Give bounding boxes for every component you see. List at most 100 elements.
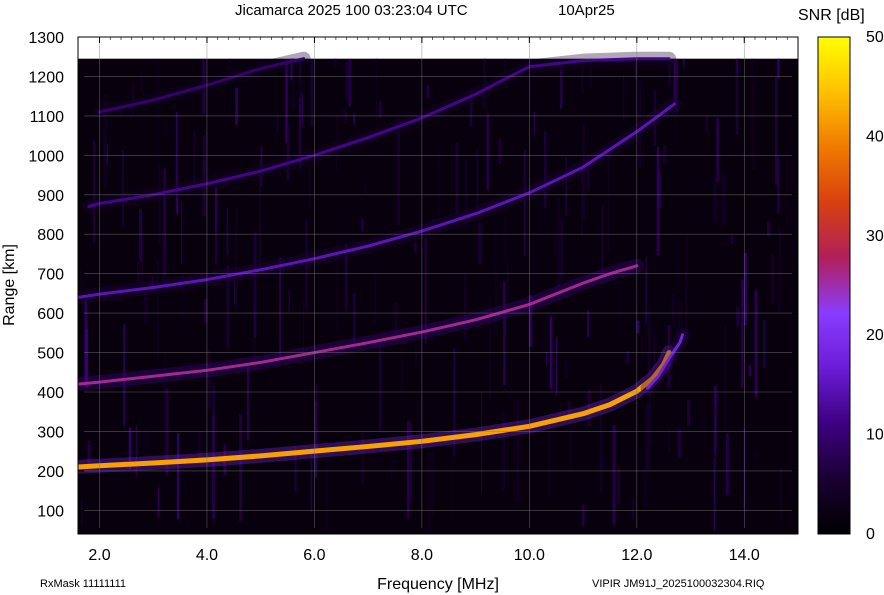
noise-stripe bbox=[687, 399, 691, 427]
noise-stripe bbox=[646, 404, 650, 471]
y-tick-label: 1100 bbox=[30, 109, 65, 126]
y-tick-label: 500 bbox=[37, 346, 64, 363]
noise-stripe bbox=[555, 337, 558, 396]
noise-stripe bbox=[375, 58, 379, 111]
noise-stripe bbox=[626, 351, 630, 364]
noise-stripe bbox=[767, 221, 771, 237]
noise-stripe bbox=[288, 290, 291, 312]
colorbar-tick-label: 50 bbox=[866, 29, 884, 46]
noise-stripe bbox=[310, 449, 313, 513]
noise-stripe bbox=[714, 178, 718, 223]
noise-stripe bbox=[226, 208, 229, 255]
noise-stripe bbox=[538, 196, 541, 238]
y-tick-label: 300 bbox=[37, 424, 64, 441]
noise-stripe bbox=[239, 414, 243, 522]
noise-stripe bbox=[560, 219, 563, 281]
chart-title: Jicamarca 2025 100 03:23:04 UTC bbox=[235, 2, 468, 19]
noise-stripe bbox=[736, 306, 740, 327]
noise-stripe bbox=[763, 319, 765, 368]
noise-stripe bbox=[618, 289, 622, 335]
noise-stripe bbox=[705, 113, 709, 133]
noise-stripe bbox=[617, 467, 620, 504]
y-tick-label: 700 bbox=[37, 267, 64, 284]
noise-stripe bbox=[748, 365, 752, 377]
noise-stripe bbox=[286, 126, 290, 180]
file-label: VIPIR JM91J_2025100032304.RIQ bbox=[592, 578, 765, 590]
noise-stripe bbox=[724, 325, 727, 433]
noise-stripe bbox=[671, 294, 676, 328]
noise-stripe bbox=[751, 58, 753, 159]
noise-stripe bbox=[523, 149, 526, 257]
noise-stripe bbox=[301, 92, 304, 125]
noise-stripe bbox=[601, 456, 605, 470]
noise-stripe bbox=[409, 422, 412, 501]
y-tick-label: 200 bbox=[37, 464, 64, 481]
noise-stripe bbox=[725, 433, 729, 496]
noise-stripe bbox=[176, 432, 180, 520]
noise-stripe bbox=[569, 72, 571, 173]
noise-stripe bbox=[164, 121, 168, 138]
noise-stripe bbox=[653, 243, 657, 353]
y-tick-label: 100 bbox=[37, 503, 64, 520]
noise-stripe bbox=[761, 116, 764, 180]
noise-stripe bbox=[677, 429, 681, 457]
x-tick-label: 10.0 bbox=[514, 547, 545, 564]
noise-stripe bbox=[644, 448, 647, 509]
noise-stripe bbox=[775, 76, 778, 185]
noise-stripe bbox=[378, 340, 382, 431]
noise-stripe bbox=[776, 58, 780, 78]
noise-stripe bbox=[246, 363, 249, 441]
x-tick-label: 4.0 bbox=[196, 547, 218, 564]
noise-stripe bbox=[289, 91, 292, 191]
noise-stripe bbox=[738, 58, 741, 77]
noise-stripe bbox=[735, 74, 738, 133]
noise-stripe bbox=[308, 164, 311, 209]
noise-stripe bbox=[302, 300, 305, 353]
noise-stripe bbox=[682, 58, 685, 68]
noise-stripe bbox=[533, 250, 536, 327]
noise-stripe bbox=[755, 450, 758, 460]
noise-stripe bbox=[516, 399, 520, 503]
noise-stripe bbox=[498, 138, 502, 164]
noise-stripe bbox=[503, 319, 506, 337]
x-tick-label: 12.0 bbox=[621, 547, 652, 564]
rxmask-label: RxMask 11111111 bbox=[40, 578, 126, 590]
noise-stripe bbox=[503, 85, 506, 126]
noise-stripe bbox=[780, 468, 782, 519]
noise-stripe bbox=[176, 195, 179, 216]
noise-stripe bbox=[158, 163, 161, 243]
noise-stripe bbox=[685, 236, 688, 343]
noise-stripe bbox=[343, 108, 348, 124]
noise-stripe bbox=[235, 87, 238, 125]
noise-stripe bbox=[451, 455, 453, 519]
noise-stripe bbox=[214, 231, 218, 304]
noise-stripe bbox=[631, 498, 635, 520]
noise-stripe bbox=[622, 75, 625, 121]
y-tick-label: 400 bbox=[37, 385, 64, 402]
noise-stripe bbox=[683, 456, 685, 526]
noise-stripe bbox=[122, 150, 125, 228]
colorbar bbox=[817, 36, 851, 535]
noise-stripe bbox=[714, 385, 717, 456]
noise-stripe bbox=[137, 260, 141, 284]
noise-stripe bbox=[138, 209, 143, 262]
noise-stripe bbox=[607, 146, 611, 252]
noise-stripe bbox=[253, 232, 257, 338]
noise-stripe bbox=[730, 234, 734, 245]
noise-stripe bbox=[361, 218, 364, 231]
colorbar-tick-label: 10 bbox=[866, 427, 884, 444]
noise-stripe bbox=[418, 163, 422, 227]
x-tick-label: 14.0 bbox=[729, 547, 760, 564]
noise-stripe bbox=[564, 360, 568, 379]
noise-stripe bbox=[558, 197, 560, 299]
y-tick-label: 1300 bbox=[28, 30, 64, 47]
noise-stripe bbox=[754, 290, 758, 398]
noise-stripe bbox=[351, 347, 353, 430]
noise-stripe bbox=[645, 255, 647, 325]
noise-stripe bbox=[565, 157, 568, 218]
noise-stripe bbox=[509, 357, 514, 411]
noise-stripe bbox=[641, 334, 644, 361]
noise-stripe bbox=[656, 147, 660, 256]
noise-stripe bbox=[771, 254, 775, 303]
noise-stripe bbox=[427, 450, 431, 534]
